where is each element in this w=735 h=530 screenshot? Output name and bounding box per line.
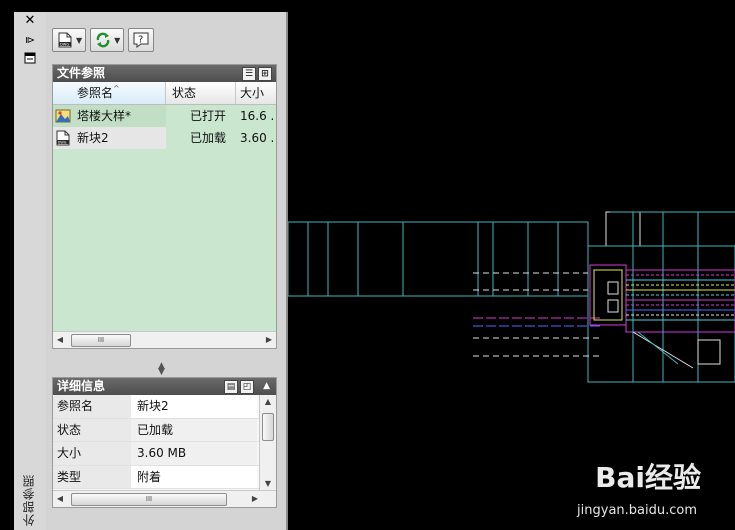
column-header-name[interactable]: ^ 参照名 [53, 82, 166, 104]
scroll-thumb[interactable]: III [71, 334, 131, 347]
svg-text:DWG: DWG [58, 140, 67, 144]
dwg-file-icon: DWG [55, 130, 71, 146]
details-row[interactable]: 参照名 新块2 [53, 395, 276, 419]
file-list-horizontal-scrollbar[interactable]: ◀ III ▶ [53, 331, 276, 348]
file-references-list[interactable]: ^ 参照名 状态 大小 塔楼大样* 已打开 16.6 ... [53, 82, 276, 348]
refresh-icon [94, 31, 112, 49]
details-property-grid: 参照名 新块2 状态 已加载 大小 3.60 MB 类型 附着 ▲ ▼ ◀ II… [53, 395, 276, 507]
details-horizontal-scrollbar[interactable]: ◀ III ▶ [53, 490, 276, 507]
autohide-icon[interactable]: ⧐ [22, 34, 38, 48]
file-references-header: 文件参照 ☰ ⊞ [53, 65, 276, 82]
scroll-thumb[interactable] [262, 413, 274, 441]
scroll-right-icon[interactable]: ▶ [248, 491, 262, 507]
svg-text:DWG: DWG [60, 43, 69, 47]
row-name: 新块2 [77, 131, 109, 145]
baidu-watermark-logo: Bai经验 [595, 461, 701, 494]
list-item[interactable]: DWG 新块2 已加载 3.60 ... [53, 127, 276, 149]
details-vertical-scrollbar[interactable]: ▲ ▼ [259, 395, 276, 491]
tree-view-icon[interactable]: ⊞ [258, 67, 272, 81]
column-header-status[interactable]: 状态 [166, 82, 236, 104]
row-size: 3.60 ... [240, 131, 274, 145]
details-value[interactable]: 附着 [131, 465, 257, 488]
row-status: 已打开 [190, 109, 227, 123]
drawing-master-icon [55, 108, 71, 124]
scroll-up-icon[interactable]: ▲ [260, 395, 276, 409]
file-references-section: 文件参照 ☰ ⊞ ^ 参照名 状态 大小 塔楼大样* 已打开 16.6 . DW… [52, 64, 277, 349]
details-row[interactable]: 类型 附着 [53, 465, 276, 489]
list-item[interactable]: 塔楼大样* 已打开 16.6 ... [53, 105, 276, 127]
scroll-left-icon[interactable]: ◀ [53, 491, 67, 507]
details-key: 状态 [53, 418, 131, 441]
collapse-icon[interactable]: ▲ [263, 378, 270, 395]
list-view-icon[interactable]: ☰ [242, 67, 256, 81]
details-key: 参照名 [53, 395, 131, 418]
scroll-right-icon[interactable]: ▶ [262, 332, 276, 348]
properties-icon[interactable] [22, 52, 38, 66]
palette-title-strip: ✕ ⧐ 外部参照 [14, 12, 47, 530]
chevron-down-icon[interactable]: ▼ [76, 36, 82, 45]
panel-splitter-handle[interactable]: ▲ ▼ [158, 362, 165, 377]
details-key: 类型 [53, 465, 131, 488]
drawing-canvas[interactable] [288, 0, 735, 530]
column-header-size[interactable]: 大小 [236, 82, 274, 104]
file-references-title: 文件参照 [57, 66, 106, 80]
scroll-left-icon[interactable]: ◀ [53, 332, 67, 348]
close-icon[interactable]: ✕ [22, 14, 38, 28]
attach-dwg-icon: DWG [56, 31, 74, 49]
details-key: 大小 [53, 442, 131, 465]
details-value[interactable]: 新块2 [131, 395, 257, 418]
help-button[interactable]: ? [128, 28, 155, 52]
cad-linework [288, 211, 735, 383]
scroll-thumb[interactable]: III [71, 493, 227, 506]
details-view-icon[interactable]: ▤ [224, 380, 238, 394]
details-row[interactable]: 状态 已加载 [53, 418, 276, 442]
row-status: 已加载 [190, 131, 227, 145]
chevron-down-icon[interactable]: ▼ [114, 36, 120, 45]
attach-dwg-button[interactable]: DWG ▼ [52, 28, 87, 52]
preview-view-icon[interactable]: ◰ [240, 380, 254, 394]
details-section: 详细信息 ▤ ◰ ▲ 参照名 新块2 状态 已加载 大小 3.60 MB 类型 … [52, 377, 277, 508]
palette-toolbar: DWG ▼ ▼ ? [52, 28, 155, 52]
svg-text:?: ? [138, 35, 143, 46]
xref-palette: DWG ▼ ▼ ? 文件参照 ☰ ⊞ ^ 参照名 状态 大小 塔楼大样* 已打开… [46, 12, 288, 530]
details-row[interactable]: 大小 3.60 MB [53, 442, 276, 466]
details-header: 详细信息 ▤ ◰ ▲ [53, 378, 276, 395]
refresh-button[interactable]: ▼ [90, 28, 125, 52]
help-icon: ? [132, 31, 150, 49]
sort-ascending-icon: ^ [113, 84, 120, 93]
scroll-down-icon[interactable]: ▼ [260, 477, 276, 491]
baidu-watermark-url: jingyan.baidu.com [577, 503, 697, 518]
details-value: 3.60 MB [131, 442, 257, 465]
palette-title: 外部参照 [22, 474, 36, 526]
list-header: ^ 参照名 状态 大小 [53, 82, 276, 105]
details-value: 已加载 [131, 418, 257, 441]
row-size: 16.6 ... [240, 109, 274, 123]
details-title: 详细信息 [57, 379, 106, 393]
row-name: 塔楼大样* [77, 109, 132, 123]
